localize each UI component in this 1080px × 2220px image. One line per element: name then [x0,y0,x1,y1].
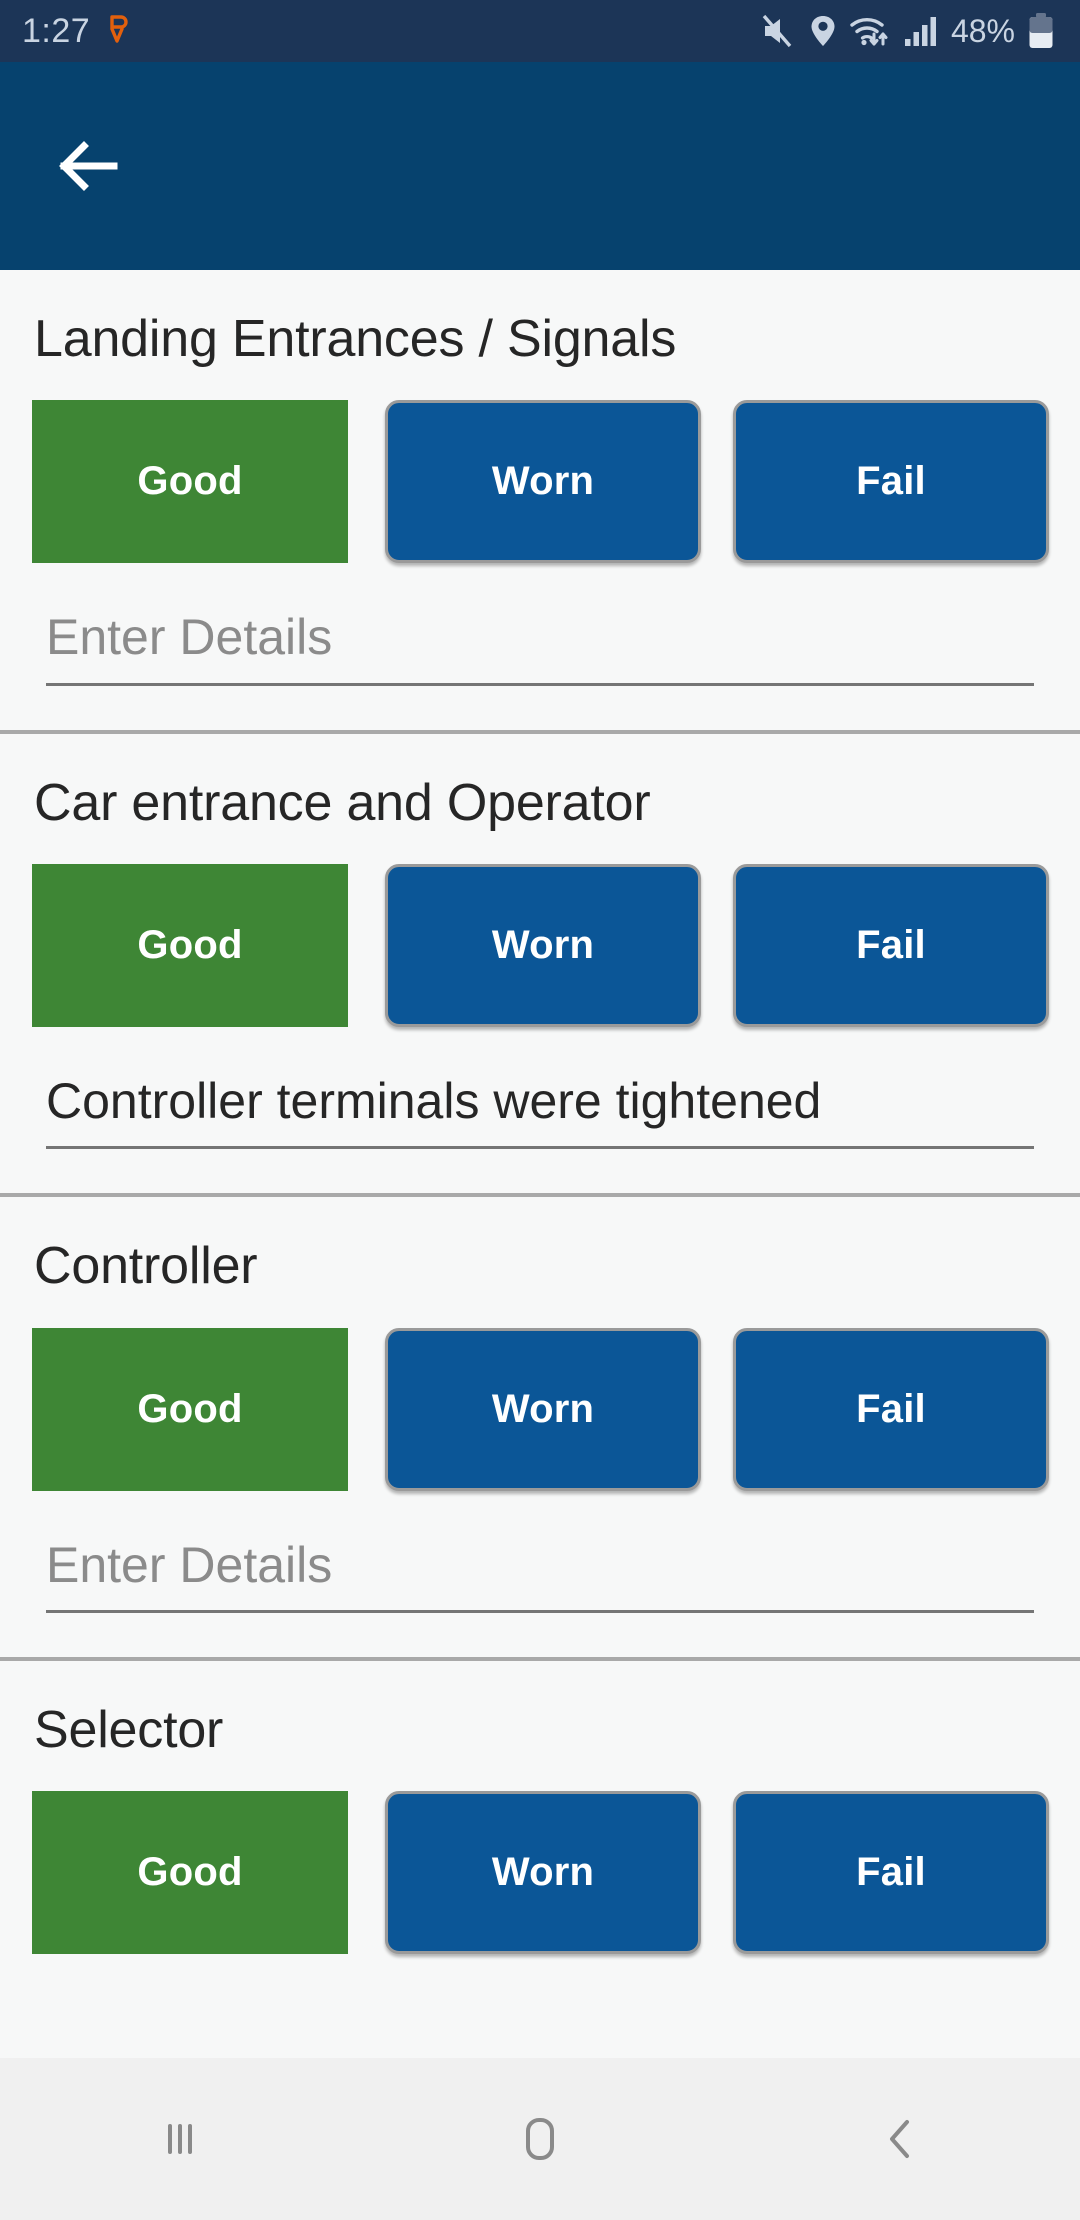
details-field-wrapper [0,1072,1080,1150]
battery-icon [1028,13,1054,49]
rating-button-group: Good Worn Fail [0,863,1080,1027]
rating-good-button[interactable]: Good [32,1327,348,1491]
section-title: Landing Entrances / Signals [34,310,677,368]
rating-fail-button[interactable]: Fail [733,863,1049,1027]
rating-good-button[interactable]: Good [32,1791,348,1955]
section-title: Controller [34,1237,258,1296]
inspection-section: Selector Good Worn Fail [0,1661,1080,1955]
rating-worn-button[interactable]: Worn [385,1791,701,1955]
inspection-section: Car entrance and Operator Good Worn Fail [0,734,1080,1198]
rating-fail-button[interactable]: Fail [733,1327,1049,1491]
back-nav-button[interactable] [800,2079,1000,2199]
status-bar-right: 48% [761,13,1054,50]
status-bar-left: 1:27 [22,12,132,51]
mute-icon [761,14,797,48]
rating-worn-button[interactable]: Worn [385,1327,701,1491]
alarm-icon [106,13,132,50]
home-button[interactable] [440,2079,640,2199]
details-input[interactable] [46,1536,1034,1614]
signal-icon [904,15,938,47]
back-icon [890,2120,909,2158]
rating-good-button[interactable]: Good [32,863,348,1027]
phone-screen: 1:27 48% Landing Entrances / Signals Goo… [0,0,1080,2220]
rating-good-button[interactable]: Good [32,400,348,564]
recents-icon [168,2124,192,2154]
location-icon [810,14,836,48]
status-bar: 1:27 48% [0,0,1080,62]
rating-button-group: Good Worn Fail [0,1791,1080,1955]
inspection-section: Landing Entrances / Signals Good Worn Fa… [0,270,1080,734]
home-icon [526,2118,554,2160]
rating-fail-button[interactable]: Fail [733,1791,1049,1955]
app-bar [0,62,1080,270]
rating-worn-button[interactable]: Worn [385,863,701,1027]
inspection-section: Controller Good Worn Fail [0,1197,1080,1662]
rating-worn-button[interactable]: Worn [385,400,701,564]
section-title: Selector [34,1701,224,1760]
back-arrow-icon [59,141,118,191]
status-bar-clock: 1:27 [22,11,91,50]
wifi-icon [849,14,891,48]
rating-button-group: Good Worn Fail [0,1327,1080,1491]
details-field-wrapper [0,1536,1080,1614]
recents-button[interactable] [80,2079,280,2199]
rating-fail-button[interactable]: Fail [733,400,1049,564]
rating-button-group: Good Worn Fail [0,400,1080,564]
details-input[interactable] [46,609,1034,686]
details-input[interactable] [46,1072,1034,1150]
inspection-list[interactable]: Landing Entrances / Signals Good Worn Fa… [0,270,1080,2058]
details-field-wrapper [0,609,1080,686]
section-title: Car entrance and Operator [34,773,651,832]
back-button[interactable] [36,114,140,218]
battery-percent-label: 48% [950,12,1015,49]
system-navigation-bar [0,2058,1080,2220]
